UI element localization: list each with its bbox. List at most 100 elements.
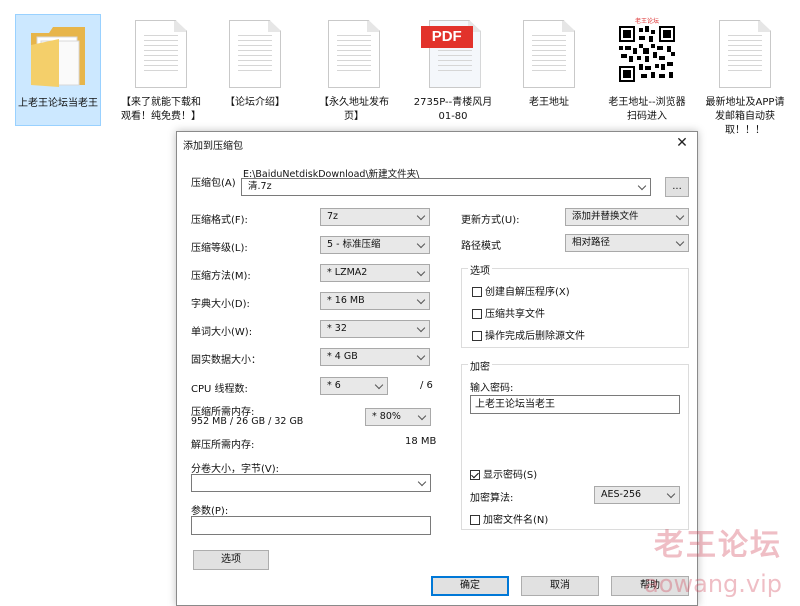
shared-checkbox[interactable]: 压缩共享文件: [472, 305, 545, 320]
chevron-down-icon: [417, 269, 425, 277]
chevron-down-icon: [375, 382, 383, 390]
cpu-select[interactable]: * 6: [320, 377, 388, 395]
dialog-titlebar[interactable]: 添加到压缩包 ✕: [177, 132, 697, 154]
file-label: 2735P--青楼风月01-80: [413, 97, 493, 122]
folder-icon: [29, 23, 87, 92]
file-label: 最新地址及APP请发邮箱自动获取！！！: [705, 97, 785, 136]
update-select[interactable]: 添加并替换文件: [565, 208, 689, 226]
solid-select[interactable]: * 4 GB: [320, 348, 430, 366]
chevron-down-icon: [417, 325, 425, 333]
password-input[interactable]: 上老王论坛当老王: [470, 395, 680, 414]
encrypt-names-checkbox[interactable]: 加密文件名(N): [470, 511, 548, 526]
path-mode-select[interactable]: 相对路径: [565, 234, 689, 252]
update-value: 添加并替换文件: [572, 211, 639, 222]
qr-code-icon: 老王论坛: [617, 16, 677, 84]
file-label: 【来了就能下载和观看！纯免费！】: [121, 97, 201, 122]
word-label: 单词大小(W):: [191, 327, 253, 338]
options-group: 选项 创建自解压程序(X) 压缩共享文件 操作完成后删除源文件: [461, 262, 689, 348]
algorithm-value: AES-256: [601, 489, 642, 500]
delete-source-checkbox-label: 操作完成后删除源文件: [485, 331, 585, 342]
solid-value: * 4 GB: [327, 351, 358, 362]
dict-select[interactable]: * 16 MB: [320, 292, 430, 310]
params-label: 参数(P):: [191, 506, 229, 517]
level-label: 压缩等级(L):: [191, 243, 248, 254]
file-label: 【永久地址发布页】: [319, 97, 389, 122]
file-laowang-address[interactable]: 老王地址: [506, 14, 592, 126]
file-qr-address[interactable]: 老王论坛 老王地址--浏览器扫码进入: [604, 14, 690, 126]
checkbox-box[interactable]: [472, 331, 482, 341]
file-latest-address[interactable]: 最新地址及APP请发邮箱自动获取！！！: [702, 14, 788, 136]
chevron-down-icon: [667, 491, 675, 499]
path-mode-label: 路径模式: [461, 241, 501, 252]
chevron-down-icon: [676, 239, 684, 247]
file-label: 【论坛介绍】: [225, 97, 285, 108]
encrypt-names-label: 加密文件名(N): [483, 515, 549, 526]
options-group-title: 选项: [468, 262, 492, 277]
pdf-icon: PDF: [420, 20, 481, 88]
add-to-archive-dialog: 添加到压缩包 ✕ 压缩包(A) E:\BaiduNetdiskDownload\…: [176, 131, 698, 606]
close-icon[interactable]: ✕: [673, 134, 691, 152]
show-password-label: 显示密码(S): [483, 470, 538, 481]
level-value: 5 - 标准压缩: [327, 239, 381, 250]
document-icon: [328, 20, 380, 88]
memory-percent-value: * 80%: [372, 411, 401, 422]
document-icon: [229, 20, 281, 88]
checkbox-box-checked[interactable]: [470, 470, 480, 480]
memory-percent-select[interactable]: * 80%: [365, 408, 431, 426]
cpu-value: * 6: [327, 380, 341, 391]
chevron-down-icon: [676, 213, 684, 221]
path-mode-value: 相对路径: [572, 237, 611, 248]
format-label: 压缩格式(F):: [191, 215, 248, 226]
dict-label: 字典大小(D):: [191, 299, 250, 310]
format-select[interactable]: 7z: [320, 208, 430, 226]
params-input[interactable]: [191, 516, 431, 535]
chevron-down-icon: [417, 297, 425, 305]
file-permanent-address[interactable]: 【永久地址发布页】: [311, 14, 397, 126]
checkbox-box[interactable]: [472, 309, 482, 319]
show-password-checkbox[interactable]: 显示密码(S): [470, 466, 537, 481]
archive-label: 压缩包(A): [191, 178, 236, 189]
chevron-down-icon: [417, 353, 425, 361]
watermark-text: 老王论坛: [654, 528, 782, 563]
watermark-url: aowang.vip: [644, 570, 782, 598]
file-pdf[interactable]: PDF 2735P--青楼风月01-80: [410, 14, 496, 126]
password-label: 输入密码:: [470, 383, 514, 394]
checkbox-box[interactable]: [472, 287, 482, 297]
document-icon: [135, 20, 187, 88]
method-select[interactable]: * LZMA2: [320, 264, 430, 282]
cancel-button[interactable]: 取消: [521, 576, 599, 596]
dict-value: * 16 MB: [327, 295, 365, 306]
file-folder[interactable]: 上老王论坛当老王: [15, 14, 101, 126]
file-label: 老王地址--浏览器扫码进入: [608, 97, 686, 122]
algorithm-label: 加密算法:: [470, 493, 514, 504]
options-button[interactable]: 选项: [193, 550, 269, 570]
decomp-memory-value: 18 MB: [405, 436, 437, 447]
document-icon: [719, 20, 771, 88]
sfx-checkbox[interactable]: 创建自解压程序(X): [472, 283, 570, 298]
checkbox-box[interactable]: [470, 515, 480, 525]
word-select[interactable]: * 32: [320, 320, 430, 338]
sfx-checkbox-label: 创建自解压程序(X): [485, 287, 570, 298]
document-icon: [523, 20, 575, 88]
memory-value: 952 MB / 26 GB / 32 GB: [191, 416, 304, 427]
volume-combo[interactable]: [191, 474, 431, 492]
ok-button[interactable]: 确定: [431, 576, 509, 596]
delete-source-checkbox[interactable]: 操作完成后删除源文件: [472, 327, 585, 342]
file-label: 上老王论坛当老王: [18, 98, 98, 109]
dialog-title: 添加到压缩包: [183, 141, 243, 152]
browse-button[interactable]: ...: [665, 177, 689, 197]
archive-name-value: 清.7z: [248, 181, 272, 192]
encryption-group: 加密 输入密码: 上老王论坛当老王 显示密码(S) 加密算法: AES-256 …: [461, 358, 689, 530]
file-forum-intro[interactable]: 【论坛介绍】: [212, 14, 298, 126]
pdf-badge: PDF: [420, 26, 473, 48]
archive-name-combo[interactable]: 清.7z: [241, 178, 651, 196]
chevron-down-icon: [417, 241, 425, 249]
level-select[interactable]: 5 - 标准压缩: [320, 236, 430, 254]
chevron-down-icon: [417, 213, 425, 221]
chevron-down-icon: [418, 479, 426, 487]
file-free-download[interactable]: 【来了就能下载和观看！纯免费！】: [118, 14, 204, 126]
volume-label: 分卷大小，字节(V):: [191, 464, 280, 475]
method-value: * LZMA2: [327, 267, 368, 278]
file-label: 老王地址: [529, 97, 569, 108]
algorithm-select[interactable]: AES-256: [594, 486, 680, 504]
